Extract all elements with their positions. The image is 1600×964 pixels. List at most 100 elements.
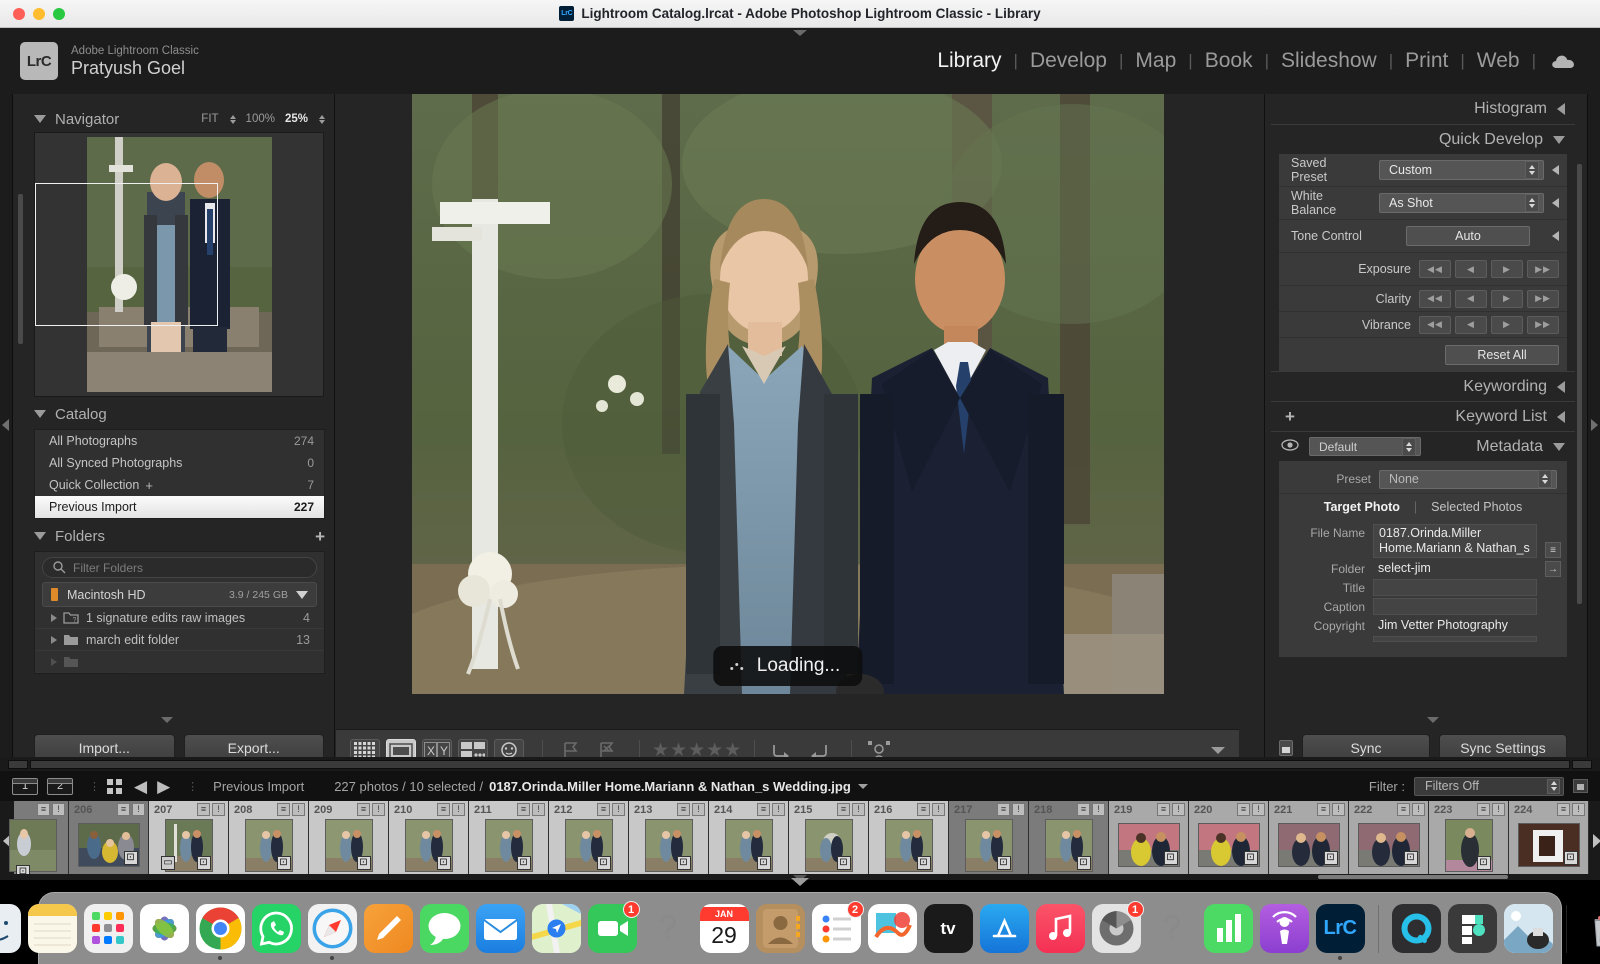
volume-chevron-down-icon[interactable] <box>296 590 308 599</box>
metadata-view-stepper-icon[interactable] <box>1402 437 1416 456</box>
metadata-view-select[interactable]: Default <box>1309 437 1421 456</box>
clarity-nudge-group[interactable]: ◀◀ ◀ ▶ ▶▶ <box>1419 289 1559 308</box>
histogram-header[interactable]: Histogram <box>1271 94 1575 124</box>
dock-item-trash[interactable] <box>1580 904 1600 953</box>
dock-item-mail[interactable] <box>475 904 525 953</box>
dock-item-unknown-app[interactable]: ? <box>644 904 693 953</box>
navigator-crop-rect[interactable] <box>35 183 218 326</box>
thumb-badges[interactable]: ≡! <box>117 803 145 816</box>
filmstrip-thumb-211[interactable]: 211 ≡! ⊡ <box>469 801 549 880</box>
exposure-increase-small[interactable]: ▶ <box>1491 260 1523 278</box>
badge-info-icon[interactable]: ! <box>212 803 225 816</box>
filmstrip-file-chevron-icon[interactable] <box>857 783 868 789</box>
clarity-increase-large[interactable]: ▶▶ <box>1527 289 1559 308</box>
dock-item-system-settings[interactable]: 1 <box>1091 901 1144 953</box>
dock-item-unknown-app-2[interactable]: ? <box>1148 904 1197 953</box>
vibrance-increase-small[interactable]: ▶ <box>1491 315 1523 334</box>
dock-item-quicktime[interactable] <box>1391 904 1441 953</box>
module-picker[interactable]: Library | Develop | Map | Book | Slidesh… <box>925 49 1582 73</box>
folder-row[interactable]: march edit folder 13 <box>35 629 324 651</box>
badge-info-icon[interactable]: ! <box>1332 803 1345 816</box>
filmstrip-thumb-210[interactable]: 210 ≡! ⊡ <box>389 801 469 880</box>
exposure-nudge-group[interactable]: ◀◀ ◀ ▶ ▶▶ <box>1419 260 1559 278</box>
badge-flag-icon[interactable]: ≡ <box>1397 803 1410 816</box>
filmstrip-thumb-212[interactable]: 212 ≡! ⊡ <box>549 801 629 880</box>
dock-item-podcasts[interactable] <box>1259 904 1309 953</box>
vibrance-decrease-small[interactable]: ◀ <box>1455 315 1487 334</box>
go-back-icon[interactable]: ◀ <box>134 778 147 795</box>
dock-item-apple-tv[interactable]: tv <box>923 904 973 953</box>
filmstrip-thumb[interactable]: ≡! ⊡ <box>9 801 69 880</box>
scroll-track[interactable] <box>30 759 1570 769</box>
disclosure-triangle-icon[interactable] <box>51 635 57 644</box>
scroll-left-cap[interactable] <box>8 759 28 769</box>
zoom-100-button[interactable]: 100% <box>246 113 275 125</box>
badge-info-icon[interactable]: ! <box>1252 803 1265 816</box>
zoom-fit-button[interactable]: FIT <box>201 113 218 125</box>
fit-stepper-icon[interactable] <box>229 114 236 124</box>
filmstrip-thumb-223[interactable]: 223 ≡! ⊡ <box>1429 801 1509 880</box>
badge-info-icon[interactable]: ! <box>612 803 625 816</box>
zoom-stepper-icon[interactable] <box>319 114 325 124</box>
filmstrip-thumb-219[interactable]: 219 ≡! ⊡ <box>1109 801 1189 880</box>
clarity-decrease-small[interactable]: ◀ <box>1455 289 1487 308</box>
badge-flag-icon[interactable]: ≡ <box>837 803 850 816</box>
metadata-preset-stepper-icon[interactable] <box>1538 470 1552 488</box>
vibrance-increase-large[interactable]: ▶▶ <box>1527 315 1559 334</box>
chevron-down-icon[interactable] <box>34 532 46 540</box>
filmstrip-scroll-right[interactable] <box>1589 801 1600 880</box>
metadata-field-value[interactable]: 0187.Orinda.Miller Home.Mariann & Nathan… <box>1373 524 1537 558</box>
badge-flag-icon[interactable]: ≡ <box>1317 803 1330 816</box>
badge-flag-icon[interactable]: ≡ <box>277 803 290 816</box>
exposure-increase-large[interactable]: ▶▶ <box>1527 260 1559 278</box>
exposure-decrease-large[interactable]: ◀◀ <box>1419 260 1451 278</box>
add-keyword-icon[interactable]: + <box>1285 408 1295 425</box>
badge-flag-icon[interactable]: ≡ <box>357 803 370 816</box>
module-map[interactable]: Map <box>1123 49 1188 73</box>
thumb-badges[interactable]: ≡! <box>837 803 865 816</box>
dock-item-numbers[interactable] <box>1203 904 1253 953</box>
auto-tone-button[interactable]: Auto <box>1406 226 1530 246</box>
badge-info-icon[interactable]: ! <box>932 803 945 816</box>
badge-flag-icon[interactable]: ≡ <box>517 803 530 816</box>
thumb-badges[interactable]: ≡! <box>1477 803 1505 816</box>
tab-target-photo[interactable]: Target Photo <box>1324 500 1400 514</box>
folders-header[interactable]: Folders + <box>34 523 325 549</box>
dock-item-music[interactable] <box>1035 904 1085 953</box>
dock-item-app-store[interactable] <box>979 904 1029 953</box>
reset-all-button[interactable]: Reset All <box>1445 344 1559 365</box>
filmstrip-thumb-213[interactable]: 213 ≡! ⊡ <box>629 801 709 880</box>
chevron-down-icon[interactable] <box>34 410 46 418</box>
badge-flag-icon[interactable]: ≡ <box>757 803 770 816</box>
screen-2-button[interactable]: 2 <box>47 777 73 795</box>
dock-item-figma[interactable] <box>1447 904 1497 953</box>
badge-flag-icon[interactable]: ≡ <box>677 803 690 816</box>
zoom-level-value[interactable]: 25% <box>285 113 308 125</box>
badge-flag-icon[interactable]: ≡ <box>597 803 610 816</box>
right-panel-resize-handle[interactable] <box>1426 717 1439 723</box>
module-develop[interactable]: Develop <box>1018 49 1119 73</box>
navigator-preview[interactable] <box>34 132 324 397</box>
quick-collection-plus-icon[interactable]: + <box>145 478 153 493</box>
clarity-decrease-large[interactable]: ◀◀ <box>1419 289 1451 308</box>
module-web[interactable]: Web <box>1465 49 1532 73</box>
white-balance-reveal-icon[interactable] <box>1552 198 1559 208</box>
add-folder-icon[interactable]: + <box>315 528 325 545</box>
catalog-item-previous-import[interactable]: Previous Import 227 <box>35 496 324 518</box>
catalog-item-all-photographs[interactable]: All Photographs 274 <box>35 430 324 452</box>
filter-select[interactable]: Filters Off <box>1414 776 1564 796</box>
chevron-down-icon[interactable] <box>1553 135 1565 144</box>
catalog-item-quick-collection[interactable]: Quick Collection + 7 <box>35 474 324 496</box>
filmstrip-thumbnails[interactable]: ≡! ⊡ 206 ≡! ⊡ 207 ≡! ⊡ ▭ 208 ≡ ! ⊡ 209 ≡… <box>0 801 1600 880</box>
filmstrip-thumb-221[interactable]: 221 ≡! ⊡ <box>1269 801 1349 880</box>
thumb-badges[interactable]: ≡! <box>677 803 705 816</box>
filmstrip-top-scrollbar[interactable] <box>0 757 1600 771</box>
keywording-header[interactable]: Keywording <box>1271 371 1575 401</box>
chevron-down-icon[interactable] <box>1553 442 1565 451</box>
left-panel-toggle-arrow[interactable] <box>2 418 9 431</box>
filter-stepper-icon[interactable] <box>1547 778 1560 794</box>
scroll-right-cap[interactable] <box>1572 759 1592 769</box>
macos-dock[interactable]: 1 ? JAN 29 2 tv 1 ? LrC <box>0 892 1600 964</box>
collapse-top-panel-arrow[interactable] <box>793 30 807 36</box>
badge-flag-icon[interactable]: ≡ <box>37 803 50 816</box>
